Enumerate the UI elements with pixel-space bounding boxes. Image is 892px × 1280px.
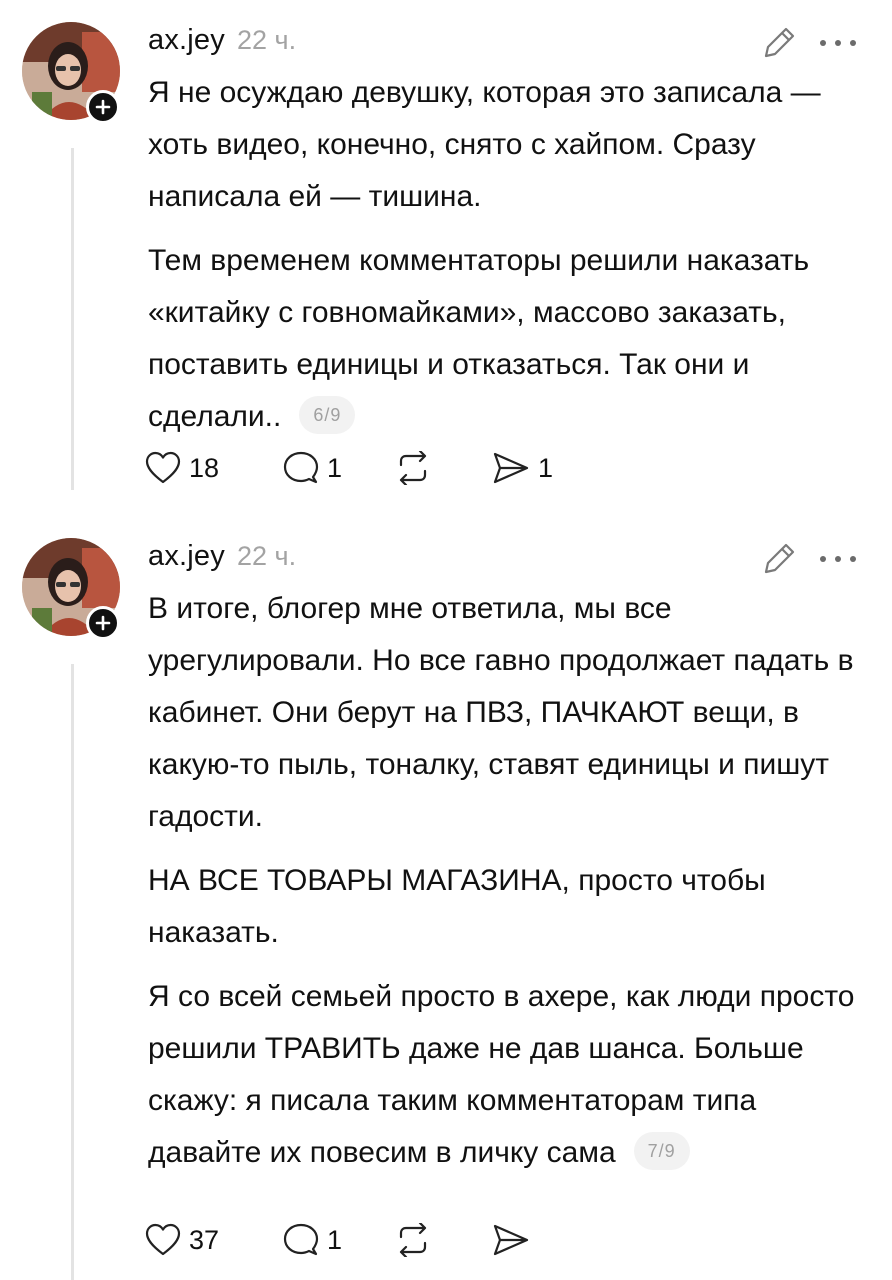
repost-icon [399,451,427,485]
post-actions: 37 1 [145,1220,538,1260]
post-paragraph: Я не осуждаю девушку, которая это записа… [148,76,821,213]
post-paragraph-text: Я со всей семьей просто в ахере, как люд… [148,980,855,1169]
pencil-icon[interactable] [762,24,798,60]
heart-icon [145,1223,181,1256]
username[interactable]: ax.jey [148,24,225,57]
repost-button[interactable] [395,1223,492,1257]
plus-icon [95,99,111,115]
reply-count: 1 [327,452,343,483]
more-dots-icon[interactable] [818,38,858,48]
like-button[interactable]: 37 [145,1223,283,1257]
like-count: 18 [189,452,220,483]
post-header: ax.jey 22 ч. [148,540,296,580]
reply-button[interactable]: 1 [283,1223,395,1257]
comment-icon [283,451,319,484]
more-dots-icon[interactable] [818,554,858,564]
plus-icon [95,615,111,631]
thread-post: ax.jey 22 ч. Я не осуждаю девушку, котор… [0,22,892,502]
pencil-icon[interactable] [762,540,798,576]
timestamp: 22 ч. [236,25,297,55]
repost-icon [399,1223,427,1257]
post-paragraph: Тем временем комментаторы решили наказат… [148,235,858,443]
post-paragraph-text: Тем временем комментаторы решили наказат… [148,244,810,433]
reply-count: 1 [327,1224,343,1255]
send-icon [493,452,529,484]
post-paragraph: НА ВСЕ ТОВАРЫ МАГАЗИНА, просто чтобы нак… [148,864,766,949]
thread-counter: 7/9 [633,1132,690,1171]
username[interactable]: ax.jey [148,540,225,573]
heart-icon [145,451,181,484]
send-icon [493,1224,529,1256]
repost-button[interactable] [395,451,492,485]
share-button[interactable]: 1 [492,451,553,485]
like-button[interactable]: 18 [145,451,283,485]
thread-counter: 6/9 [299,396,356,435]
post-text: Я не осуждаю девушку, которая это записа… [148,67,858,443]
comment-icon [283,1223,319,1256]
follow-button[interactable] [86,90,120,124]
thread-post: ax.jey 22 ч. В итоге, блогер мне ответил… [0,538,892,1280]
reply-button[interactable]: 1 [283,451,395,485]
timestamp: 22 ч. [236,541,297,571]
post-header: ax.jey 22 ч. [148,24,296,64]
follow-button[interactable] [86,606,120,640]
share-button[interactable] [492,1223,538,1257]
post-actions: 18 1 1 [145,448,553,488]
share-count: 1 [538,452,554,483]
post-paragraph: Я со всей семьей просто в ахере, как люд… [148,971,858,1179]
like-count: 37 [189,1224,220,1255]
post-text: В итоге, блогер мне ответила, мы все уре… [148,583,858,1179]
post-paragraph: В итоге, блогер мне ответила, мы все уре… [148,592,854,833]
